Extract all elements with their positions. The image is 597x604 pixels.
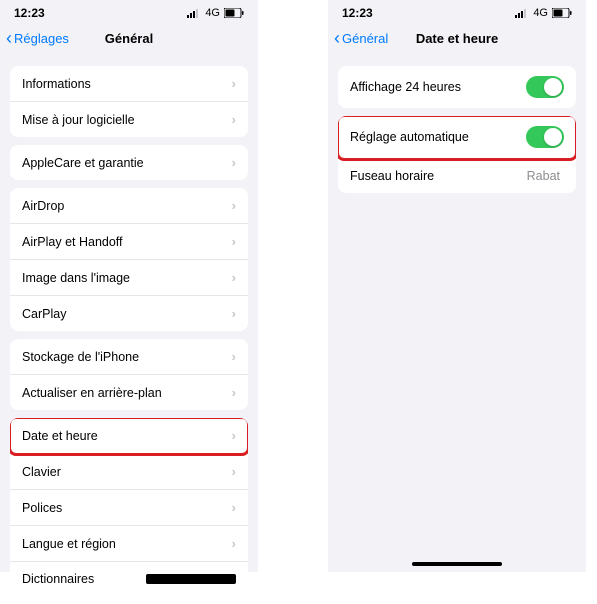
status-right: 4G [515, 7, 572, 19]
battery-icon [552, 8, 572, 18]
row-image-dans-l-image[interactable]: Image dans l'image› [10, 260, 248, 296]
chevron-right-icon: › [232, 464, 236, 479]
row-label: Affichage 24 heures [350, 80, 526, 94]
row-affichage-24-heures[interactable]: Affichage 24 heures [338, 66, 576, 108]
chevron-right-icon: › [232, 76, 236, 91]
row-label: AirDrop [22, 199, 232, 213]
settings-group: Réglage automatique Fuseau horaireRabat [338, 116, 576, 193]
chevron-right-icon: › [232, 270, 236, 285]
row-dictionnaires[interactable]: Dictionnaires [10, 562, 248, 596]
row-label: Mise à jour logicielle [22, 113, 232, 127]
row-label: Clavier [22, 465, 232, 479]
redacted-bar [146, 574, 236, 584]
chevron-right-icon: › [232, 536, 236, 551]
nav-header: ‹ Réglages Général [0, 24, 258, 56]
settings-group: AirDrop›AirPlay et Handoff›Image dans l'… [10, 188, 248, 331]
network-label: 4G [533, 7, 548, 19]
row-label: Dictionnaires [22, 572, 146, 586]
row-label: Polices [22, 501, 232, 515]
row-label: Stockage de l'iPhone [22, 350, 232, 364]
row-label: CarPlay [22, 307, 232, 321]
row-fuseau-horaire[interactable]: Fuseau horaireRabat [338, 159, 576, 193]
chevron-right-icon: › [232, 112, 236, 127]
status-time: 12:23 [14, 6, 45, 20]
row-informations[interactable]: Informations› [10, 66, 248, 102]
toggle-switch[interactable] [526, 76, 564, 98]
row-label: Langue et région [22, 537, 232, 551]
cellular-signal-icon [187, 8, 201, 18]
nav-header: ‹ Général Date et heure [328, 24, 586, 56]
row-langue-et-region[interactable]: Langue et région› [10, 526, 248, 562]
back-label: Réglages [14, 31, 69, 46]
status-bar: 12:23 4G [0, 0, 258, 24]
back-button[interactable]: ‹ Réglages [6, 29, 69, 47]
row-label: Actualiser en arrière-plan [22, 386, 232, 400]
row-label: Date et heure [22, 429, 232, 443]
settings-group: Affichage 24 heures [338, 66, 576, 108]
toggle-switch[interactable] [526, 126, 564, 148]
settings-list: Informations›Mise à jour logicielle›Appl… [0, 56, 258, 604]
row-label: Informations [22, 77, 232, 91]
row-label: Réglage automatique [350, 130, 526, 144]
row-value: Rabat [527, 169, 560, 183]
chevron-right-icon: › [232, 500, 236, 515]
settings-group: Stockage de l'iPhone›Actualiser en arriè… [10, 339, 248, 410]
phone-general: 12:23 4G ‹ Réglages Général Informations… [0, 0, 258, 572]
row-label: AirPlay et Handoff [22, 235, 232, 249]
network-label: 4G [205, 7, 220, 19]
row-applecare-et-garantie[interactable]: AppleCare et garantie› [10, 145, 248, 180]
status-time: 12:23 [342, 6, 373, 20]
chevron-right-icon: › [232, 385, 236, 400]
row-label: AppleCare et garantie [22, 156, 232, 170]
row-clavier[interactable]: Clavier› [10, 454, 248, 490]
chevron-right-icon: › [232, 234, 236, 249]
settings-group: Informations›Mise à jour logicielle› [10, 66, 248, 137]
row-airplay-et-handoff[interactable]: AirPlay et Handoff› [10, 224, 248, 260]
battery-icon [224, 8, 244, 18]
cellular-signal-icon [515, 8, 529, 18]
home-indicator[interactable] [412, 562, 502, 566]
chevron-right-icon: › [232, 428, 236, 443]
row-stockage-de-l-iphone[interactable]: Stockage de l'iPhone› [10, 339, 248, 375]
row-polices[interactable]: Polices› [10, 490, 248, 526]
row-mise-a-jour-logicielle[interactable]: Mise à jour logicielle› [10, 102, 248, 137]
chevron-right-icon: › [232, 198, 236, 213]
chevron-right-icon: › [232, 155, 236, 170]
status-right: 4G [187, 7, 244, 19]
settings-list: Affichage 24 heures Réglage automatique Fu… [328, 56, 586, 201]
row-reglage-automatique[interactable]: Réglage automatique [338, 116, 576, 159]
chevron-right-icon: › [232, 306, 236, 321]
row-label: Image dans l'image [22, 271, 232, 285]
status-bar: 12:23 4G [328, 0, 586, 24]
row-actualiser-en-arriere-plan[interactable]: Actualiser en arrière-plan› [10, 375, 248, 410]
phone-date-time: 12:23 4G ‹ Général Date et heure Afficha… [328, 0, 586, 572]
settings-group: Date et heure›Clavier›Polices›Langue et … [10, 418, 248, 596]
back-label: Général [342, 31, 388, 46]
row-airdrop[interactable]: AirDrop› [10, 188, 248, 224]
chevron-left-icon: ‹ [6, 29, 12, 47]
row-date-et-heure[interactable]: Date et heure› [10, 418, 248, 454]
back-button[interactable]: ‹ Général [334, 29, 388, 47]
chevron-right-icon: › [232, 349, 236, 364]
chevron-left-icon: ‹ [334, 29, 340, 47]
row-label: Fuseau horaire [350, 169, 527, 183]
row-carplay[interactable]: CarPlay› [10, 296, 248, 331]
settings-group: AppleCare et garantie› [10, 145, 248, 180]
